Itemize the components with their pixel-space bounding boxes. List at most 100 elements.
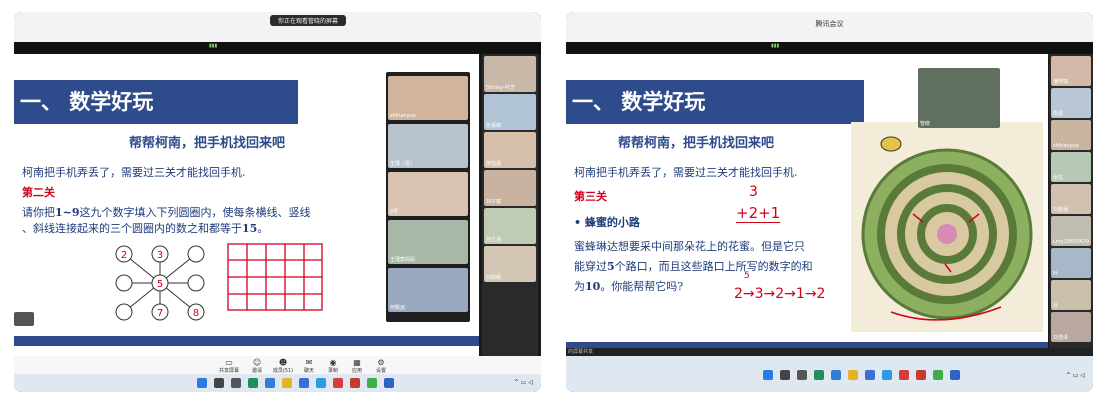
monitor-icon: ▭ <box>225 358 233 367</box>
handwriting-3: 3 <box>749 184 758 200</box>
participant-tile[interactable]: 刘祥辉 <box>484 246 536 282</box>
slide-line: 柯南把手机弄丢了，需要过三关才能找回手机. <box>22 166 246 179</box>
participant-tile[interactable]: 刘浩泽 <box>1051 312 1091 342</box>
taskview-icon[interactable] <box>797 370 807 380</box>
wps-icon[interactable] <box>350 378 360 388</box>
meeting-app-icon[interactable] <box>384 378 394 388</box>
slide-banner: 一、 数学好玩 <box>566 80 864 124</box>
meeting-app-icon[interactable] <box>950 370 960 380</box>
participant-tile[interactable]: 张语菲 <box>484 94 536 130</box>
search-icon[interactable] <box>214 378 224 388</box>
folder-icon[interactable] <box>282 378 292 388</box>
members-button[interactable]: ☻ 成员(51) <box>272 358 294 374</box>
circle-digit: 8 <box>193 308 199 319</box>
bullet-title: • 蜂蜜的小路 <box>574 216 640 229</box>
edge-icon[interactable] <box>248 378 258 388</box>
search-icon[interactable] <box>780 370 790 380</box>
maze-drawing <box>861 136 1033 321</box>
participant-tile[interactable]: shihaoyue <box>1051 120 1091 150</box>
folder-icon[interactable] <box>848 370 858 380</box>
shared-slide: 一、 数学好玩 帮帮柯南，把手机找回来吧 柯南把手机弄丢了，需要过三关才能找回手… <box>566 54 1048 356</box>
window-title: 腾讯会议 <box>815 20 844 28</box>
app-icon[interactable] <box>333 378 343 388</box>
edge-icon[interactable] <box>814 370 824 380</box>
app-icon[interactable] <box>899 370 909 380</box>
collapse-button[interactable] <box>14 312 34 326</box>
start-icon[interactable] <box>763 370 773 380</box>
app-icon[interactable] <box>265 378 275 388</box>
app-icon[interactable] <box>831 370 841 380</box>
bee-icon <box>880 136 902 152</box>
invite-icon: ☺ <box>252 358 262 367</box>
apps-button[interactable]: ▦ 应用 <box>346 358 368 374</box>
title-bar: 腾讯会议 <box>566 12 1093 42</box>
handdrawn-grid <box>227 243 323 311</box>
app-icon[interactable] <box>882 370 892 380</box>
apps-icon: ▦ <box>353 358 361 367</box>
app-icon[interactable] <box>316 378 326 388</box>
chat-icon: ✉ <box>305 358 313 367</box>
level-label: 第三关 <box>574 190 607 203</box>
app-icon[interactable] <box>933 370 943 380</box>
meeting-header-strip: ▮▮▮ <box>566 42 1093 54</box>
maze-illustration <box>851 122 1043 332</box>
paragraph-line-3: 为10。你能帮帮它吗? <box>574 280 684 293</box>
meeting-window-left: 你正在观看管晓的屏幕 ▮▮▮ 一、 数学好玩 帮帮柯南，把手机找回来吧 柯南把手… <box>14 12 541 392</box>
wps-icon[interactable] <box>916 370 926 380</box>
tray-icons[interactable]: ^ ▭ ◁ <box>1066 372 1085 379</box>
handwriting-path: 2→3→2→1→2 <box>734 286 826 302</box>
slide-line: 柯南把手机弄丢了，需要过三关才能找回手机. <box>574 166 798 179</box>
circle-digit: 3 <box>157 250 163 261</box>
video-tile[interactable]: 王瑾（喜） <box>388 124 468 168</box>
settings-button[interactable]: ⚙ 设置 <box>370 358 392 374</box>
participant-tile[interactable]: 刘紫涵 <box>1051 184 1091 214</box>
mic-indicator-icon: ▮▮▮ <box>771 43 780 49</box>
circle-digit: 2 <box>121 250 127 261</box>
participant-tile[interactable]: 张钰涵 <box>484 132 536 168</box>
shared-slide: 一、 数学好玩 帮帮柯南，把手机找回来吧 柯南把手机弄丢了，需要过三关才能找回手… <box>14 54 479 356</box>
mic-indicator-icon: ▮▮▮ <box>209 43 218 49</box>
invite-button[interactable]: ☺ 邀请 <box>246 358 268 374</box>
video-tile[interactable]: 9号 <box>388 172 468 216</box>
participant-tile[interactable]: 张钰 <box>1051 152 1091 182</box>
participant-tile[interactable]: Lmy19850429 <box>1051 216 1091 246</box>
meeting-header-strip: ▮▮▮ <box>14 42 541 54</box>
share-status: 的屏幕共享 <box>566 348 1093 356</box>
tray-icons[interactable]: ^ ▭ ◁ <box>514 379 533 386</box>
participant-sidebar: 潘梓琪 陈嘉 shihaoyue 张钰 刘紫涵 Lmy19850429 叶 孙 … <box>1049 54 1093 356</box>
slide-subtitle: 帮帮柯南，把手机找回来吧 <box>129 136 286 151</box>
members-icon: ☻ <box>278 358 288 367</box>
app-icon[interactable] <box>299 378 309 388</box>
participant-tile[interactable]: 潘梓琪 <box>1051 56 1091 86</box>
video-tile[interactable]: 王瑾宸妈妈 <box>388 220 468 264</box>
app-icon[interactable] <box>367 378 377 388</box>
instruction-line-2: 、斜线连接起来的三个圆圈内的数之和都等于15。 <box>22 222 269 235</box>
teacher-video[interactable]: 管晓 <box>918 68 1000 128</box>
slide-subtitle: 帮帮柯南，把手机找回来吧 <box>618 136 775 151</box>
slide-banner: 一、 数学好玩 <box>14 80 298 124</box>
paragraph-line-2: 能穿过5个路口，而且这些路口上所写的数字的和 <box>574 260 813 273</box>
participant-tile[interactable]: 陈嘉 <box>1051 88 1091 118</box>
participant-tile[interactable]: 孙 <box>1051 280 1091 310</box>
meeting-window-right: 腾讯会议 ▮▮▮ 一、 数学好玩 帮帮柯南，把手机找回来吧 柯南把手机弄丢了，需… <box>566 12 1093 392</box>
participant-tile[interactable]: Shirley-叶芝 <box>484 56 536 92</box>
participant-tile[interactable]: 叶 <box>1051 248 1091 278</box>
video-tile[interactable]: shihaoyue <box>388 76 468 120</box>
taskview-icon[interactable] <box>231 378 241 388</box>
app-icon[interactable] <box>865 370 875 380</box>
record-button[interactable]: ◉ 录制 <box>322 358 344 374</box>
share-notice[interactable]: 你正在观看管晓的屏幕 <box>270 15 347 26</box>
circle-digit: 7 <box>157 308 163 319</box>
title-bar: 你正在观看管晓的屏幕 <box>14 12 541 42</box>
slide-bottom-band <box>14 336 479 346</box>
gear-icon: ⚙ <box>377 358 385 367</box>
participant-tile[interactable]: 孙立涵 <box>484 208 536 244</box>
participant-sidebar: Shirley-叶芝 张语菲 张钰涵 刘子瑜 孙立涵 刘祥辉 <box>482 54 538 356</box>
chat-button[interactable]: ✉ 聊天 <box>298 358 320 374</box>
share-screen-button[interactable]: ▭ 共享屏幕 <box>218 358 240 374</box>
video-tile[interactable]: 何致远 <box>388 268 468 312</box>
start-icon[interactable] <box>197 378 207 388</box>
windows-taskbar: ^ ▭ ◁ <box>566 356 1093 392</box>
instruction-line-1: 请你把1~9这九个数字填入下列圆圈内，使每条横线、竖线 <box>22 206 311 219</box>
participant-tile[interactable]: 刘子瑜 <box>484 170 536 206</box>
